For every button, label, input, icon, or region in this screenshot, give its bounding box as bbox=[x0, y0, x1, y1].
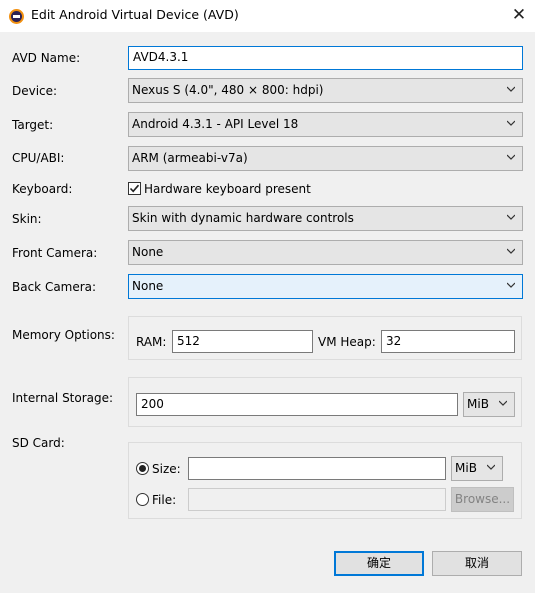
target-dropdown[interactable]: Android 4.3.1 - API Level 18 bbox=[128, 112, 523, 137]
target-label: Target: bbox=[12, 118, 54, 132]
cpu-abi-value: ARM (armeabi-v7a) bbox=[132, 151, 248, 165]
back-camera-label: Back Camera: bbox=[12, 280, 97, 294]
sd-size-radio[interactable] bbox=[136, 462, 149, 475]
hardware-keyboard-label[interactable]: Hardware keyboard present bbox=[144, 181, 311, 197]
front-camera-label: Front Camera: bbox=[12, 246, 98, 260]
back-camera-value: None bbox=[132, 279, 164, 293]
radio-selected-dot bbox=[139, 465, 146, 472]
ram-field[interactable]: 512 bbox=[172, 330, 313, 353]
internal-storage-unit-value: MiB bbox=[467, 397, 489, 411]
checkmark-icon bbox=[129, 184, 140, 193]
sd-size-unit-value: MiB bbox=[455, 461, 477, 475]
sd-size-field[interactable] bbox=[188, 457, 446, 480]
skin-label: Skin: bbox=[12, 212, 42, 226]
chevron-down-icon bbox=[507, 248, 515, 254]
sd-file-label[interactable]: File: bbox=[152, 492, 176, 508]
front-camera-dropdown[interactable]: None bbox=[128, 240, 523, 265]
internal-storage-unit-dropdown[interactable]: MiB bbox=[463, 392, 515, 417]
memory-options-label: Memory Options: bbox=[12, 328, 115, 342]
window-title: Edit Android Virtual Device (AVD) bbox=[31, 7, 239, 22]
device-value: Nexus S (4.0", 480 × 800: hdpi) bbox=[132, 83, 324, 97]
browse-button[interactable]: Browse... bbox=[451, 487, 514, 512]
internal-storage-label: Internal Storage: bbox=[12, 391, 114, 405]
avd-name-field[interactable]: AVD4.3.1 bbox=[128, 46, 523, 70]
sd-size-label[interactable]: Size: bbox=[152, 461, 181, 477]
device-dropdown[interactable]: Nexus S (4.0", 480 × 800: hdpi) bbox=[128, 78, 523, 103]
device-label: Device: bbox=[12, 84, 58, 98]
back-camera-dropdown[interactable]: None bbox=[128, 274, 523, 299]
internal-storage-field[interactable]: 200 bbox=[136, 393, 458, 416]
front-camera-value: None bbox=[132, 245, 164, 259]
sd-file-radio[interactable] bbox=[136, 493, 149, 506]
cpu-abi-label: CPU/ABI: bbox=[12, 151, 65, 165]
avd-name-label: AVD Name: bbox=[12, 51, 81, 65]
sd-size-unit-dropdown[interactable]: MiB bbox=[451, 456, 503, 481]
target-value: Android 4.3.1 - API Level 18 bbox=[132, 117, 299, 131]
chevron-down-icon bbox=[507, 86, 515, 92]
cpu-abi-dropdown[interactable]: ARM (armeabi-v7a) bbox=[128, 146, 523, 171]
cancel-button[interactable]: 取消 bbox=[432, 551, 522, 576]
skin-dropdown[interactable]: Skin with dynamic hardware controls bbox=[128, 206, 523, 231]
sd-file-field[interactable] bbox=[188, 488, 446, 511]
hardware-keyboard-checkbox[interactable] bbox=[128, 182, 141, 195]
ok-button[interactable]: 确定 bbox=[334, 551, 424, 576]
chevron-down-icon bbox=[507, 154, 515, 160]
skin-value: Skin with dynamic hardware controls bbox=[132, 211, 354, 225]
close-icon[interactable]: ✕ bbox=[509, 4, 529, 26]
chevron-down-icon bbox=[507, 282, 515, 288]
eclipse-icon bbox=[9, 9, 24, 24]
sd-card-label: SD Card: bbox=[12, 436, 65, 450]
chevron-down-icon bbox=[507, 214, 515, 220]
keyboard-label: Keyboard: bbox=[12, 182, 73, 196]
chevron-down-icon bbox=[487, 464, 495, 470]
vm-heap-label: VM Heap: bbox=[318, 335, 376, 349]
ram-label: RAM: bbox=[136, 335, 167, 349]
vm-heap-field[interactable]: 32 bbox=[381, 330, 515, 353]
chevron-down-icon bbox=[499, 400, 507, 406]
chevron-down-icon bbox=[507, 120, 515, 126]
